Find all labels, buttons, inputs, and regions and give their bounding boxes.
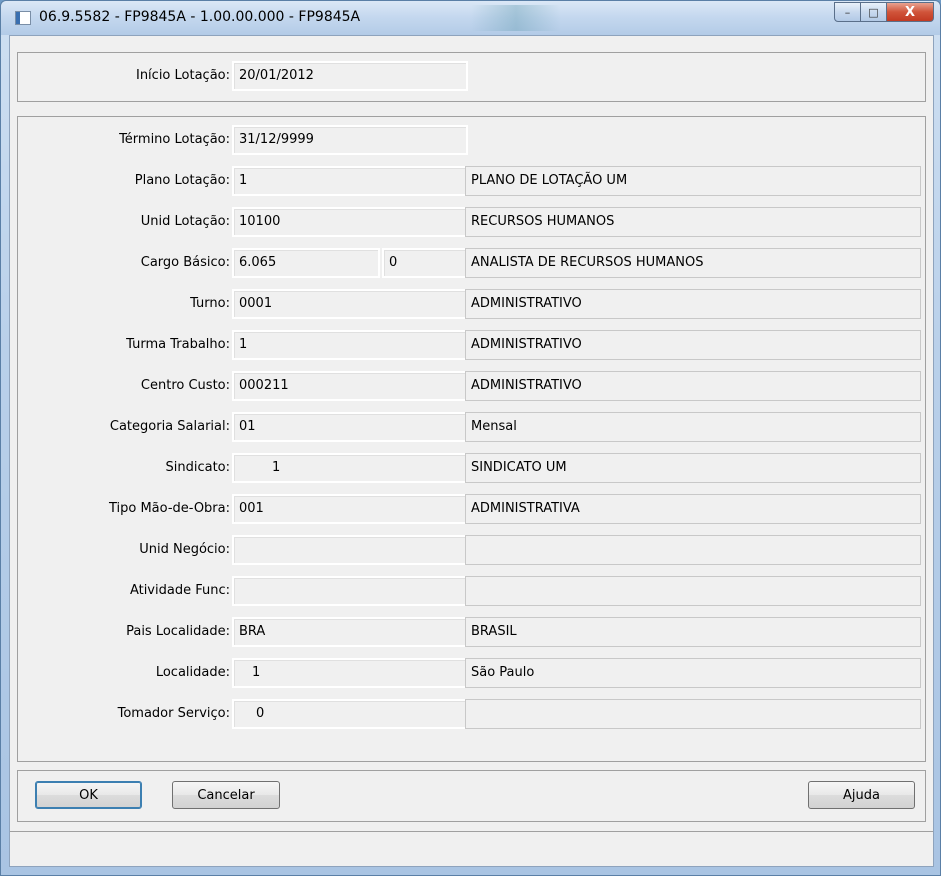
- turma-desc-field: ADMINISTRATIVO: [465, 330, 921, 360]
- negocio-label: Unid Negócio:: [139, 542, 230, 557]
- tipo-code-field[interactable]: 001: [232, 494, 468, 524]
- localidade-desc-field: São Paulo: [465, 658, 921, 688]
- localidade-code-field[interactable]: 1: [232, 658, 468, 688]
- dialog-window: 06.9.5582 - FP9845A - 1.00.00.000 - FP98…: [0, 0, 941, 876]
- categoria-desc-field: Mensal: [465, 412, 921, 442]
- plano-code-field[interactable]: 1: [232, 166, 468, 196]
- categoria-code-field[interactable]: 01: [232, 412, 468, 442]
- tomador-code-field[interactable]: 0: [232, 699, 468, 729]
- negocio-code-field[interactable]: [232, 535, 468, 565]
- button-bar: OK Cancelar Ajuda: [17, 770, 926, 822]
- inicio-label: Início Lotação:: [135, 68, 230, 83]
- close-icon[interactable]: X: [887, 2, 934, 22]
- unid-code-field[interactable]: 10100: [232, 207, 468, 237]
- ok-button[interactable]: OK: [35, 781, 142, 809]
- centro-desc-field: ADMINISTRATIVO: [465, 371, 921, 401]
- unid-label: Unid Lotação:: [140, 214, 230, 229]
- turno-desc-field: ADMINISTRATIVO: [465, 289, 921, 319]
- sindicato-code-field[interactable]: 1: [232, 453, 468, 483]
- pais-code-field[interactable]: BRA: [232, 617, 468, 647]
- cargo-label: Cargo Básico:: [140, 255, 230, 270]
- help-button[interactable]: Ajuda: [808, 781, 915, 809]
- tipo-desc-field: ADMINISTRATIVA: [465, 494, 921, 524]
- cargo-extra-field[interactable]: 0: [382, 248, 468, 278]
- turno-code-field[interactable]: 0001: [232, 289, 468, 319]
- plano-label: Plano Lotação:: [134, 173, 230, 188]
- app-icon: [15, 11, 31, 25]
- tomador-desc-field: [465, 699, 921, 729]
- termino-field[interactable]: 31/12/9999: [232, 125, 468, 155]
- header-group: Início Lotação: 20/01/2012: [17, 52, 926, 102]
- tipo-label: Tipo Mão-de-Obra:: [108, 501, 230, 516]
- turno-label: Turno:: [190, 296, 230, 311]
- atividade-label: Atividade Func:: [129, 583, 230, 598]
- main-group: Término Lotação: 31/12/9999 Plano Lotaçã…: [17, 116, 926, 762]
- cancel-button[interactable]: Cancelar: [172, 781, 280, 809]
- turma-label: Turma Trabalho:: [126, 337, 230, 352]
- plano-desc-field: PLANO DE LOTAÇÃO UM: [465, 166, 921, 196]
- sindicato-label: Sindicato:: [165, 460, 230, 475]
- centro-code-field[interactable]: 000211: [232, 371, 468, 401]
- atividade-desc-field: [465, 576, 921, 606]
- window-controls: – □ X: [834, 2, 934, 22]
- negocio-desc-field: [465, 535, 921, 565]
- unid-desc-field: RECURSOS HUMANOS: [465, 207, 921, 237]
- title-bar[interactable]: 06.9.5582 - FP9845A - 1.00.00.000 - FP98…: [1, 1, 940, 35]
- termino-label: Término Lotação:: [119, 132, 230, 147]
- tomador-label: Tomador Serviço:: [117, 706, 230, 721]
- status-bar: [10, 831, 933, 866]
- cargo-desc-field: ANALISTA DE RECURSOS HUMANOS: [465, 248, 921, 278]
- window-title: 06.9.5582 - FP9845A - 1.00.00.000 - FP98…: [39, 9, 361, 25]
- localidade-label: Localidade:: [155, 665, 230, 680]
- pais-label: Pais Localidade:: [126, 624, 230, 639]
- pais-desc-field: BRASIL: [465, 617, 921, 647]
- maximize-icon[interactable]: □: [861, 2, 887, 22]
- atividade-code-field[interactable]: [232, 576, 468, 606]
- categoria-label: Categoria Salarial:: [109, 419, 230, 434]
- dialog-client: Início Lotação: 20/01/2012 Término Lotaç…: [9, 35, 934, 867]
- turma-code-field[interactable]: 1: [232, 330, 468, 360]
- cargo-code-field[interactable]: 6.065: [232, 248, 380, 278]
- inicio-field[interactable]: 20/01/2012: [232, 61, 468, 91]
- sindicato-desc-field: SINDICATO UM: [465, 453, 921, 483]
- centro-label: Centro Custo:: [140, 378, 230, 393]
- minimize-icon[interactable]: –: [834, 2, 861, 22]
